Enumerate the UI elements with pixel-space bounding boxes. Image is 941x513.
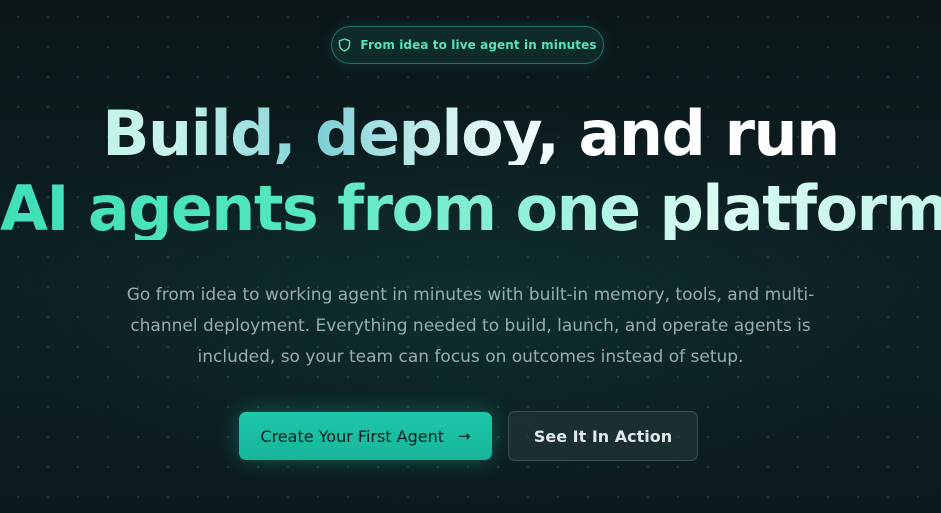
hero-subtitle: Go from idea to working agent in minutes… <box>126 285 815 367</box>
hero-badge-text: From idea to live agent in minutes <box>360 38 597 52</box>
headline-line-1: Build, deploy, and run <box>0 103 941 165</box>
see-it-in-action-label: See It In Action <box>533 426 673 446</box>
shield-icon <box>338 38 351 52</box>
create-first-agent-label: Create Your First Agent <box>260 426 445 446</box>
hero-section: From idea to live agent in minutes Build… <box>0 0 941 513</box>
headline-line-2: AI agents from one platform <box>0 172 941 245</box>
create-first-agent-button[interactable]: Create Your First Agent → <box>239 412 492 460</box>
see-it-in-action-button[interactable]: See It In Action <box>508 411 698 461</box>
arrow-right-icon: → <box>458 426 471 445</box>
hero-badge: From idea to live agent in minutes <box>331 26 604 64</box>
